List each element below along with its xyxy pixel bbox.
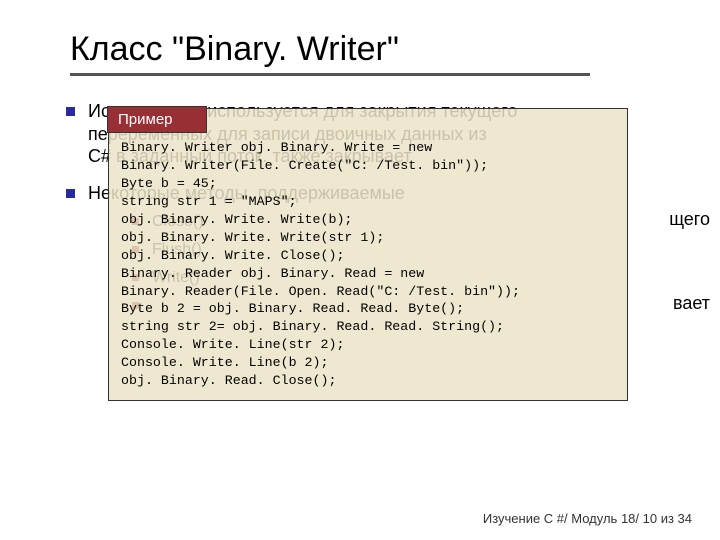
slide-footer: Изучение C #/ Модуль 18/ 10 из 34 — [483, 511, 692, 526]
example-code: Binary. Writer obj. Binary. Write = new … — [109, 109, 627, 400]
slide-title: Класс "Binary. Writer" — [70, 30, 680, 76]
bullet-icon — [66, 189, 75, 198]
trail-text-2: вает — [673, 292, 710, 315]
bullet-icon — [66, 107, 75, 116]
example-label: Пример — [107, 106, 207, 133]
example-box: Пример Binary. Writer obj. Binary. Write… — [108, 108, 628, 401]
